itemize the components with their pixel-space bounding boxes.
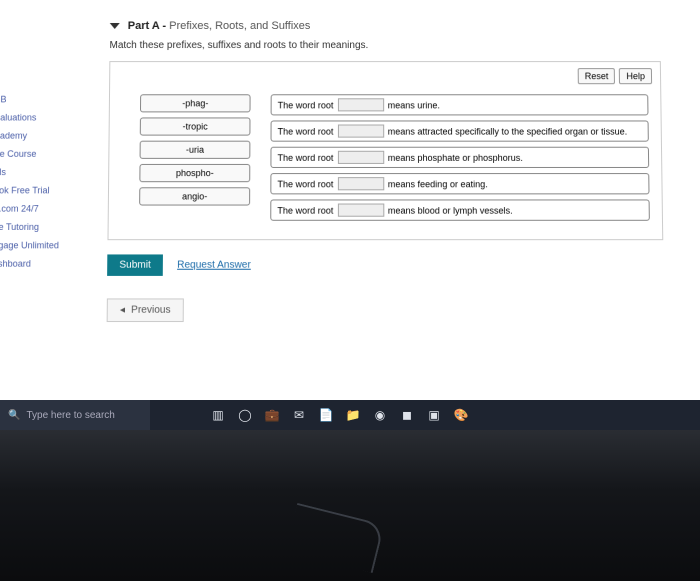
app-icon[interactable]: ◼ bbox=[399, 407, 415, 423]
instruction-text: Match these prefixes, suffixes and roots… bbox=[109, 40, 660, 51]
question-panel: Reset Help -phag- -tropic -uria phospho-… bbox=[107, 61, 663, 240]
def-pre: The word root bbox=[277, 152, 333, 162]
draggable-term[interactable]: phospho- bbox=[139, 164, 250, 182]
app-icon[interactable]: ▣ bbox=[426, 407, 442, 423]
request-answer-link[interactable]: Request Answer bbox=[177, 260, 251, 271]
sidebar: B aluations ademy e Course ls ok Free Tr… bbox=[0, 90, 69, 273]
sidebar-item[interactable]: shboard bbox=[0, 254, 67, 272]
draggable-term[interactable]: -uria bbox=[140, 141, 251, 159]
terms-column: -phag- -tropic -uria phospho- angio- bbox=[139, 94, 251, 221]
task-view-icon[interactable]: ▥ bbox=[210, 407, 226, 423]
def-post: means blood or lymph vessels. bbox=[388, 205, 513, 215]
sidebar-item[interactable]: gage Unlimited bbox=[0, 236, 67, 254]
sidebar-item[interactable]: e Tutoring bbox=[0, 218, 67, 236]
explorer-icon[interactable]: 📁 bbox=[345, 407, 361, 423]
sidebar-item[interactable]: aluations bbox=[0, 108, 69, 126]
file-icon[interactable]: 📄 bbox=[318, 407, 334, 423]
main-content: Part A - Prefixes, Roots, and Suffixes M… bbox=[76, 0, 700, 332]
part-header[interactable]: Part A - Prefixes, Roots, and Suffixes bbox=[110, 20, 661, 32]
def-pre: The word root bbox=[277, 205, 333, 215]
draggable-term[interactable]: -tropic bbox=[140, 117, 251, 135]
taskbar-icons: ▥ ◯ 💼 ✉ 📄 📁 ◉ ◼ ▣ 🎨 bbox=[210, 407, 469, 423]
definition-row: The word root means phosphate or phospho… bbox=[270, 147, 649, 168]
caret-down-icon bbox=[110, 23, 120, 29]
search-placeholder: Type here to search bbox=[26, 410, 114, 421]
store-icon[interactable]: 💼 bbox=[264, 407, 280, 423]
def-pre: The word root bbox=[278, 100, 334, 110]
definition-row: The word root means attracted specifical… bbox=[271, 120, 649, 141]
mail-icon[interactable]: ✉ bbox=[291, 407, 307, 423]
sidebar-item[interactable]: ademy bbox=[0, 127, 68, 145]
drop-target[interactable] bbox=[337, 151, 383, 164]
sidebar-item[interactable]: .com 24/7 bbox=[0, 199, 68, 217]
screen-reflection bbox=[285, 503, 384, 573]
definition-row: The word root means feeding or eating. bbox=[270, 173, 649, 194]
def-post: means phosphate or phosphorus. bbox=[388, 152, 523, 162]
cortana-icon[interactable]: ◯ bbox=[237, 407, 253, 423]
sidebar-item[interactable]: B bbox=[0, 90, 69, 108]
drop-target[interactable] bbox=[337, 125, 383, 138]
help-button[interactable]: Help bbox=[619, 68, 652, 84]
def-pre: The word root bbox=[278, 126, 334, 136]
def-post: means feeding or eating. bbox=[388, 179, 488, 189]
search-icon: 🔍 bbox=[8, 410, 20, 421]
part-title: Part A - Prefixes, Roots, and Suffixes bbox=[128, 20, 311, 32]
sidebar-item[interactable]: ok Free Trial bbox=[0, 181, 68, 199]
draggable-term[interactable]: -phag- bbox=[140, 94, 251, 112]
def-post: means attracted specifically to the spec… bbox=[388, 126, 628, 136]
def-post: means urine. bbox=[388, 100, 440, 110]
definition-row: The word root means urine. bbox=[271, 94, 649, 115]
submit-button[interactable]: Submit bbox=[107, 254, 163, 275]
drop-target[interactable] bbox=[337, 204, 383, 217]
windows-taskbar[interactable]: 🔍 Type here to search ▥ ◯ 💼 ✉ 📄 📁 ◉ ◼ ▣ … bbox=[0, 400, 700, 430]
definition-row: The word root means blood or lymph vesse… bbox=[270, 199, 650, 220]
definitions-column: The word root means urine. The word root… bbox=[270, 94, 650, 221]
reset-button[interactable]: Reset bbox=[578, 68, 616, 84]
monitor-bezel bbox=[0, 430, 700, 581]
draggable-term[interactable]: angio- bbox=[139, 187, 250, 205]
drop-target[interactable] bbox=[337, 98, 383, 111]
drop-target[interactable] bbox=[337, 177, 383, 190]
media-icon[interactable]: ◉ bbox=[372, 407, 388, 423]
taskbar-search[interactable]: 🔍 Type here to search bbox=[0, 400, 150, 430]
sidebar-item[interactable]: ls bbox=[0, 163, 68, 181]
chevron-left-icon: ◂ bbox=[120, 305, 125, 316]
sidebar-item[interactable]: e Course bbox=[0, 145, 68, 163]
app-icon[interactable]: 🎨 bbox=[453, 407, 469, 423]
def-pre: The word root bbox=[277, 179, 333, 189]
previous-button[interactable]: ◂ Previous bbox=[107, 298, 184, 322]
